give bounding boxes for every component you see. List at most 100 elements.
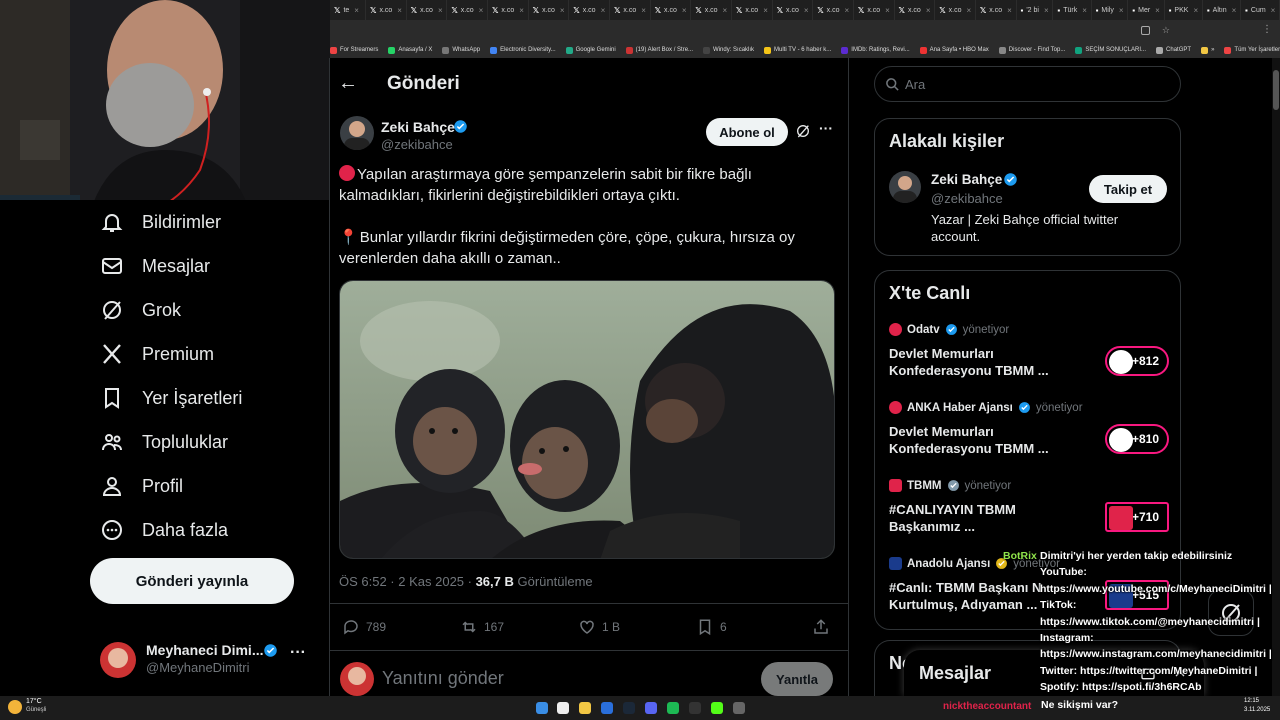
- tab-close-icon[interactable]: ×: [438, 6, 443, 15]
- post-button[interactable]: Gönderi yayınla: [90, 558, 294, 604]
- tab-close-icon[interactable]: ×: [1082, 6, 1087, 15]
- tab-close-icon[interactable]: ×: [926, 6, 931, 15]
- browser-tab[interactable]: 𝕏x.co ×: [691, 0, 732, 20]
- discord-icon[interactable]: [645, 702, 657, 714]
- cast-icon[interactable]: [1141, 26, 1150, 35]
- browser-tab[interactable]: 𝕏x.co ×: [488, 0, 529, 20]
- more-icon[interactable]: ···: [819, 120, 833, 136]
- bookmark-item[interactable]: Anasayfa / X: [388, 46, 432, 54]
- more-icon[interactable]: ···: [290, 644, 306, 662]
- tab-close-icon[interactable]: ×: [1193, 6, 1198, 15]
- tab-close-icon[interactable]: ×: [1155, 6, 1160, 15]
- like-action[interactable]: 1 B: [578, 618, 620, 636]
- browser-tab[interactable]: 𝕏x.co ×: [732, 0, 773, 20]
- bookmark-item[interactable]: »: [1201, 46, 1214, 54]
- tab-close-icon[interactable]: ×: [1271, 6, 1276, 15]
- account-switcher[interactable]: Meyhaneci Dimi... @MeyhaneDimitri ···: [100, 640, 320, 684]
- start-icon[interactable]: [536, 702, 548, 714]
- reply-action[interactable]: 789: [342, 618, 386, 636]
- bookmark-item[interactable]: Tüm Yer İşaretleri: [1224, 46, 1280, 54]
- browser-tab[interactable]: ▪ Mily ×: [1092, 0, 1129, 20]
- spotify-icon[interactable]: [667, 702, 679, 714]
- back-arrow-icon[interactable]: ←: [338, 72, 358, 95]
- browser-tab[interactable]: ▪ Altın ×: [1203, 0, 1242, 20]
- bookmark-item[interactable]: Windy: Sıcaklık: [703, 46, 754, 54]
- tab-close-icon[interactable]: ×: [966, 6, 971, 15]
- browser-tab[interactable]: ▪ Türk ×: [1053, 0, 1092, 20]
- tab-close-icon[interactable]: ×: [723, 6, 728, 15]
- nav-premium[interactable]: Premium: [100, 342, 214, 366]
- tab-close-icon[interactable]: ×: [519, 6, 524, 15]
- live-item[interactable]: TBMM yönetiyor #CANLIYAYIN TBMM Başkanımız…: [889, 479, 1169, 535]
- nav-communities[interactable]: Topluluklar: [100, 430, 228, 454]
- live-item[interactable]: ANKA Haber Ajansı yönetiyor Devlet Memurl…: [889, 401, 1169, 457]
- menu-icon[interactable]: ⋮: [1262, 24, 1272, 35]
- browser-tab[interactable]: 𝕏x.co ×: [976, 0, 1017, 20]
- related-avatar[interactable]: [889, 171, 921, 203]
- nav-profile[interactable]: Profil: [100, 474, 183, 498]
- bookmark-item[interactable]: ChatGPT: [1156, 46, 1191, 54]
- browser-tab[interactable]: 𝕏x.co ×: [610, 0, 651, 20]
- tab-close-icon[interactable]: ×: [1044, 6, 1049, 15]
- repost-action[interactable]: 167: [460, 618, 504, 636]
- steam-icon[interactable]: [623, 702, 635, 714]
- browser-tab[interactable]: 𝕏x.co ×: [935, 0, 976, 20]
- browser-tab[interactable]: 𝕏x.co ×: [407, 0, 448, 20]
- share-icon[interactable]: [812, 618, 830, 636]
- tab-close-icon[interactable]: ×: [763, 6, 768, 15]
- tab-close-icon[interactable]: ×: [804, 6, 809, 15]
- bookmark-item[interactable]: Ana Sayfa • HBO Max: [919, 46, 989, 54]
- nav-bookmarks[interactable]: Yer İşaretleri: [100, 386, 242, 410]
- nav-notifications[interactable]: Bildirimler: [100, 210, 221, 234]
- related-name[interactable]: Zeki Bahçe: [931, 172, 1002, 187]
- author-name[interactable]: Zeki Bahçe: [381, 119, 455, 135]
- bookmark-item[interactable]: WhatsApp: [442, 46, 480, 54]
- browser-tab[interactable]: ▪ Mer ×: [1128, 0, 1165, 20]
- bookmark-item[interactable]: For Streamers: [330, 46, 378, 54]
- nav-grok[interactable]: Grok: [100, 298, 181, 322]
- browser-tab[interactable]: 𝕏x.co ×: [854, 0, 895, 20]
- browser-tab[interactable]: ▪ PKK ×: [1165, 0, 1203, 20]
- browser-tab[interactable]: 𝕏x.co ×: [569, 0, 610, 20]
- tab-close-icon[interactable]: ×: [560, 6, 565, 15]
- author-avatar[interactable]: [340, 116, 374, 150]
- tab-close-icon[interactable]: ×: [601, 6, 606, 15]
- bookmark-item[interactable]: Multi TV - 6 haber k...: [764, 46, 831, 54]
- bookmark-item[interactable]: Google Gemini: [565, 46, 616, 54]
- bookmark-item[interactable]: Electronic Diversity...: [490, 46, 556, 54]
- tab-close-icon[interactable]: ×: [1007, 6, 1012, 15]
- search-box[interactable]: Ara: [874, 66, 1181, 102]
- search-taskbar-icon[interactable]: [557, 702, 569, 714]
- reply-input[interactable]: Yanıtını gönder: [382, 668, 504, 689]
- live-viewer-badge[interactable]: +810: [1105, 424, 1169, 454]
- browser-tab[interactable]: 𝕏x.co ×: [813, 0, 854, 20]
- tab-close-icon[interactable]: ×: [479, 6, 484, 15]
- kick-icon[interactable]: [711, 702, 723, 714]
- search-input[interactable]: Ara: [905, 77, 925, 92]
- follow-button[interactable]: Takip et: [1089, 175, 1167, 203]
- bookmark-action[interactable]: 6: [696, 618, 727, 636]
- tab-close-icon[interactable]: ×: [397, 6, 402, 15]
- tab-close-icon[interactable]: ×: [885, 6, 890, 15]
- bookmark-item[interactable]: Discover - Find Top...: [998, 46, 1065, 54]
- browser-tab[interactable]: 𝕏x.co ×: [651, 0, 692, 20]
- explorer-icon[interactable]: [579, 702, 591, 714]
- live-item[interactable]: Odatv yönetiyor Devlet Memurları Konfedera…: [889, 323, 1169, 379]
- epic-icon[interactable]: [689, 702, 701, 714]
- tab-close-icon[interactable]: ×: [1232, 6, 1237, 15]
- browser-tab[interactable]: 𝕏x.co ×: [773, 0, 814, 20]
- browser-tab[interactable]: ▪ Cum ×: [1241, 0, 1280, 20]
- subscribe-button[interactable]: Abone ol: [706, 118, 788, 146]
- star-icon[interactable]: ☆: [1162, 25, 1170, 36]
- bookmark-item[interactable]: (19) Alert Box / Stre...: [625, 46, 693, 54]
- browser-tab[interactable]: 𝕏x.co ×: [895, 0, 936, 20]
- browser-tab[interactable]: 𝕏x.co ×: [366, 0, 407, 20]
- tab-close-icon[interactable]: ×: [682, 6, 687, 15]
- address-bar[interactable]: ☆ ⋮: [330, 20, 1280, 42]
- app-icon[interactable]: [733, 702, 745, 714]
- bookmark-item[interactable]: SEÇİM SONUÇLARI...: [1075, 46, 1146, 54]
- bookmark-item[interactable]: IMDb: Ratings, Revi...: [841, 46, 910, 54]
- browser-tab[interactable]: 𝕏x.co ×: [529, 0, 570, 20]
- nav-more[interactable]: Daha fazla: [100, 518, 228, 542]
- browser-tab[interactable]: 𝕏te ×: [330, 0, 366, 20]
